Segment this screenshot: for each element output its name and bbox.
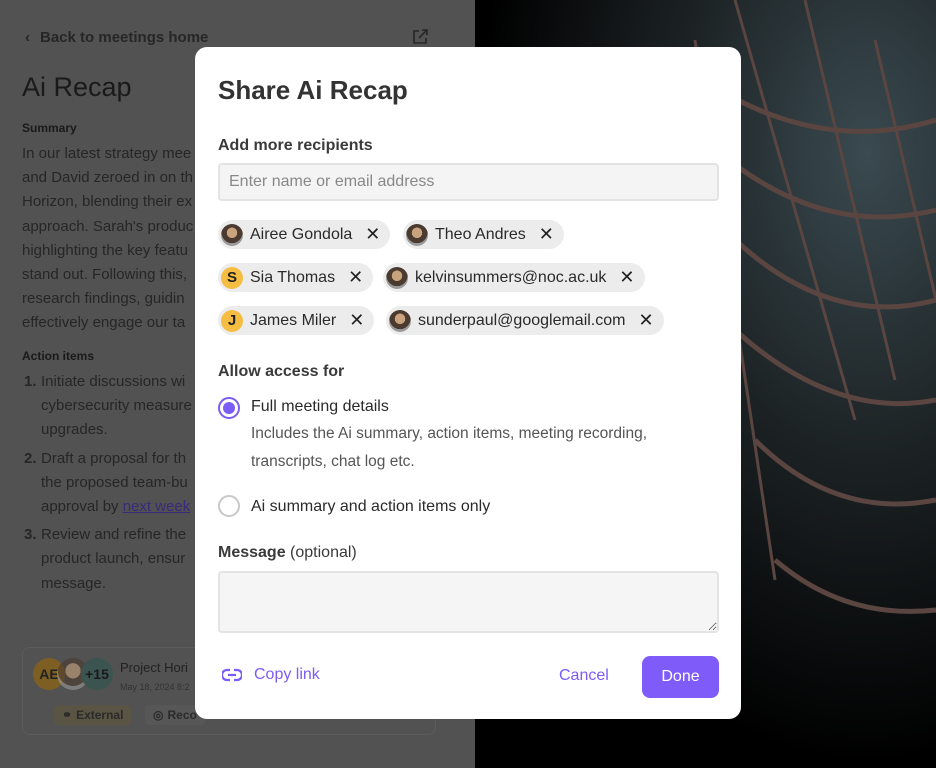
close-icon[interactable]: ✕ xyxy=(619,267,634,288)
avatar xyxy=(221,223,243,246)
recipient-chip: Theo Andres ✕ xyxy=(403,220,564,249)
avatar: S xyxy=(221,266,243,289)
share-dialog: Share Ai Recap Add more recipients Airee… xyxy=(195,47,741,719)
access-label: Allow access for xyxy=(218,363,345,380)
radio-summary-only[interactable] xyxy=(218,495,240,517)
recipient-chip: sunderpaul@googlemail.com ✕ xyxy=(386,306,664,335)
recipient-chip: kelvinsummers@noc.ac.uk ✕ xyxy=(383,263,645,292)
action-item: 1. Initiate discussions wi cybersecurity m… xyxy=(24,373,192,439)
close-icon[interactable]: ✕ xyxy=(539,224,554,245)
option-description: Includes the Ai summary, action items, m… xyxy=(251,425,647,470)
close-icon[interactable]: ✕ xyxy=(348,267,363,288)
recipient-chip: J James Miler ✕ xyxy=(218,306,375,335)
avatar xyxy=(389,309,411,332)
close-icon[interactable]: ✕ xyxy=(349,310,364,331)
back-to-meetings-link[interactable]: ‹ Back to meetings home xyxy=(25,29,208,46)
external-link-icon[interactable] xyxy=(411,28,429,46)
recipient-chip: Airee Gondola ✕ xyxy=(218,220,391,249)
done-button[interactable]: Done xyxy=(642,656,719,698)
record-icon: ◎ xyxy=(153,708,164,722)
option-label[interactable]: Full meeting details xyxy=(251,398,389,416)
summary-heading: Summary xyxy=(22,121,77,135)
chevron-left-icon: ‹ xyxy=(25,29,30,46)
copy-link-button[interactable]: Copy link xyxy=(222,666,320,684)
close-icon[interactable]: ✕ xyxy=(365,224,380,245)
more-participants-count: +15 xyxy=(81,658,113,690)
action-item: 2. Draft a proposal for th the proposed te… xyxy=(24,449,191,516)
action-item: 3. Review and refine the product launch, e… xyxy=(24,526,187,592)
close-icon[interactable]: ✕ xyxy=(638,310,653,331)
external-tag: ⚭ External xyxy=(54,705,132,725)
avatar xyxy=(406,223,428,246)
action-items-list: 1. Initiate discussions wi cybersecurity m… xyxy=(24,370,192,600)
message-label: Message (optional) xyxy=(218,544,357,561)
radio-full-meeting-details[interactable] xyxy=(218,397,240,419)
dialog-title: Share Ai Recap xyxy=(218,75,408,105)
recipients-input[interactable] xyxy=(218,163,719,201)
action-items-heading: Action items xyxy=(22,349,95,363)
recipients-label: Add more recipients xyxy=(218,137,373,154)
meeting-date: May 18, 2024 8:2 xyxy=(120,682,190,692)
page-title: Ai Recap xyxy=(22,72,132,102)
recipient-chip: S Sia Thomas ✕ xyxy=(218,263,374,292)
cancel-button[interactable]: Cancel xyxy=(559,667,609,685)
meeting-title: Project Hori xyxy=(120,660,188,675)
globe-icon: ⚭ xyxy=(62,708,73,722)
avatar: J xyxy=(221,309,243,332)
avatar xyxy=(386,266,408,289)
link-icon xyxy=(222,668,242,682)
option-label[interactable]: Ai summary and action items only xyxy=(251,498,490,516)
message-textarea[interactable] xyxy=(218,571,719,633)
next-week-link[interactable]: next week xyxy=(123,498,191,515)
